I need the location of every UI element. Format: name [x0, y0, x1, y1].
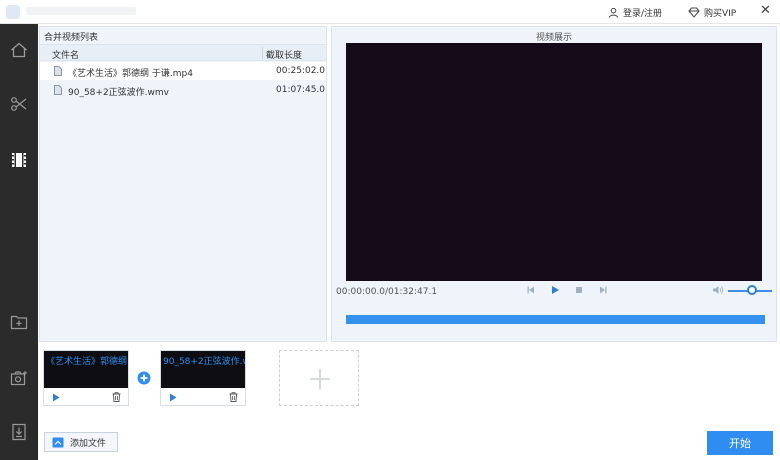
- table-row[interactable]: 《艺术生活》郭德纲 于谦.mp4 00:25:02.0: [40, 62, 326, 80]
- merge-list-title: 合并视频列表: [44, 33, 99, 43]
- film-icon: [12, 153, 26, 167]
- volume-slider-handle[interactable]: [747, 285, 758, 295]
- sidebar-item-home[interactable]: [0, 30, 38, 70]
- download-icon: [12, 423, 26, 441]
- user-icon: [608, 7, 619, 18]
- merge-video-list-panel: 合并视频列表 文件名 截取长度 《艺术生活》郭德纲 于谦.mp4 00:25:0…: [39, 26, 327, 342]
- sidebar-item-cut[interactable]: [0, 84, 38, 124]
- trash-icon[interactable]: [229, 392, 238, 402]
- login-button[interactable]: 登录/注册: [608, 6, 662, 19]
- merge-timeline: 《艺术生活》郭德纲 90_58+2正弦波作.w 添加文件 开始: [39, 344, 780, 460]
- join-plus-icon: [137, 371, 151, 385]
- column-header-duration[interactable]: 截取长度: [266, 48, 302, 61]
- next-icon[interactable]: [598, 285, 608, 295]
- add-folder-icon: [10, 315, 28, 330]
- row-duration: 00:25:02.0: [276, 66, 326, 76]
- app-logo-icon: [6, 5, 20, 19]
- add-clip-slot[interactable]: [279, 350, 359, 406]
- clip-label: 《艺术生活》郭德纲: [46, 357, 128, 367]
- title-bar: 登录/注册 购买VIP ✕: [0, 0, 780, 24]
- home-icon: [11, 42, 27, 58]
- add-file-icon: [52, 437, 64, 447]
- preview-title: 视频展示: [535, 33, 572, 43]
- add-file-button[interactable]: 添加文件: [44, 432, 118, 452]
- vip-label: 购买VIP: [704, 9, 737, 19]
- stop-icon[interactable]: [574, 285, 584, 295]
- trash-icon[interactable]: [112, 392, 121, 402]
- column-divider[interactable]: [262, 47, 263, 59]
- playback-time: 00:00:00.0/01:32:47.1: [336, 287, 438, 297]
- file-icon: [54, 66, 62, 76]
- timeline-clip[interactable]: 《艺术生活》郭德纲: [43, 350, 129, 406]
- play-icon[interactable]: [550, 285, 560, 295]
- plus-icon: [319, 369, 321, 389]
- sidebar-item-download[interactable]: [0, 412, 38, 452]
- app-title: [26, 7, 136, 15]
- playback-progress-bar[interactable]: [346, 315, 765, 324]
- close-icon[interactable]: ✕: [760, 3, 771, 18]
- timeline-clip[interactable]: 90_58+2正弦波作.w: [160, 350, 246, 406]
- clip-thumbnail: 《艺术生活》郭德纲: [44, 351, 128, 388]
- diamond-icon: [688, 7, 700, 18]
- add-file-label: 添加文件: [70, 438, 107, 449]
- video-preview-panel: 视频展示 00:00:00.0/01:32:47.1: [331, 26, 777, 342]
- sidebar-item-camera[interactable]: [0, 358, 38, 398]
- volume-icon[interactable]: [712, 285, 724, 295]
- merge-list-header: 文件名 截取长度: [40, 44, 326, 61]
- login-label: 登录/注册: [623, 9, 663, 19]
- start-button[interactable]: 开始: [707, 431, 773, 455]
- clip-play-icon[interactable]: [169, 393, 177, 402]
- scissors-icon: [11, 97, 27, 111]
- row-filename: 90_58+2正弦波作.wmv: [68, 88, 169, 98]
- file-icon: [54, 85, 62, 95]
- sidebar-item-add-folder[interactable]: [0, 302, 38, 342]
- buy-vip-button[interactable]: 购买VIP: [688, 6, 736, 19]
- clip-play-icon[interactable]: [52, 393, 60, 402]
- video-player[interactable]: [346, 43, 762, 281]
- row-filename: 《艺术生活》郭德纲 于谦.mp4: [68, 69, 193, 79]
- clip-label: 90_58+2正弦波作.w: [163, 357, 245, 367]
- sidebar-item-merge[interactable]: [0, 140, 38, 180]
- sidebar: [0, 24, 38, 460]
- clip-thumbnail: 90_58+2正弦波作.w: [161, 351, 245, 388]
- previous-icon[interactable]: [526, 285, 536, 295]
- row-duration: 01:07:45.0: [276, 85, 326, 95]
- table-row[interactable]: 90_58+2正弦波作.wmv 01:07:45.0: [40, 81, 326, 99]
- camera-icon: [10, 371, 27, 386]
- column-header-filename[interactable]: 文件名: [52, 48, 79, 61]
